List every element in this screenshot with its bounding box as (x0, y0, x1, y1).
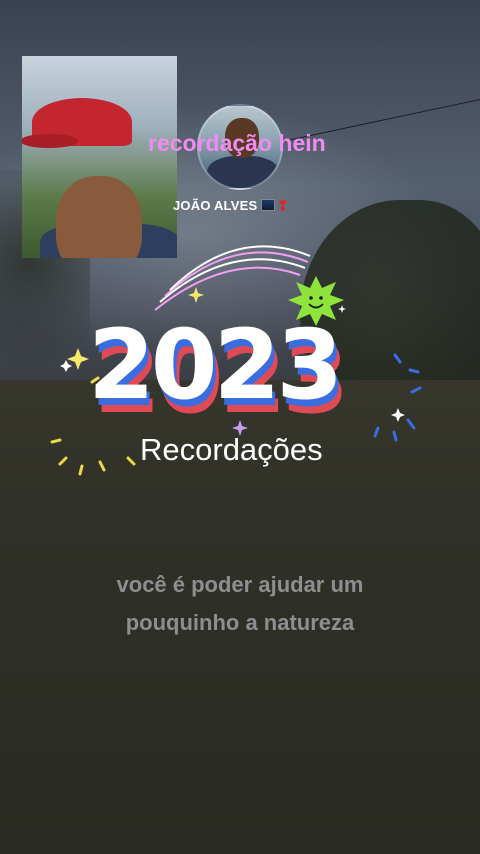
thumb-face (56, 176, 142, 258)
memory-video-frame: recordação hein JOÃO ALVES ❣ 2023 2023 2… (0, 0, 480, 854)
memory-caption-pink: recordação hein (148, 130, 326, 156)
avatar-body (207, 156, 279, 188)
username-text: JOÃO ALVES (173, 198, 258, 213)
year-main-text: 2023 (88, 309, 343, 421)
caption-line-2: pouquinho a natureza (125, 610, 355, 635)
year-2023-title: 2023 2023 2023 (88, 309, 398, 434)
thumb-cap-brim (22, 134, 78, 148)
video-caption: você é poder ajudar um pouquinho a natur… (0, 566, 480, 642)
inset-video-thumbnail[interactable] (22, 56, 177, 258)
night-city-emoji-icon (261, 199, 276, 211)
heart-exclamation-icon: ❣ (277, 198, 289, 213)
memories-subtitle: Recordações (140, 432, 323, 467)
username-label[interactable]: JOÃO ALVES ❣ (173, 198, 288, 214)
caption-line-1: você é poder ajudar um (116, 572, 364, 597)
